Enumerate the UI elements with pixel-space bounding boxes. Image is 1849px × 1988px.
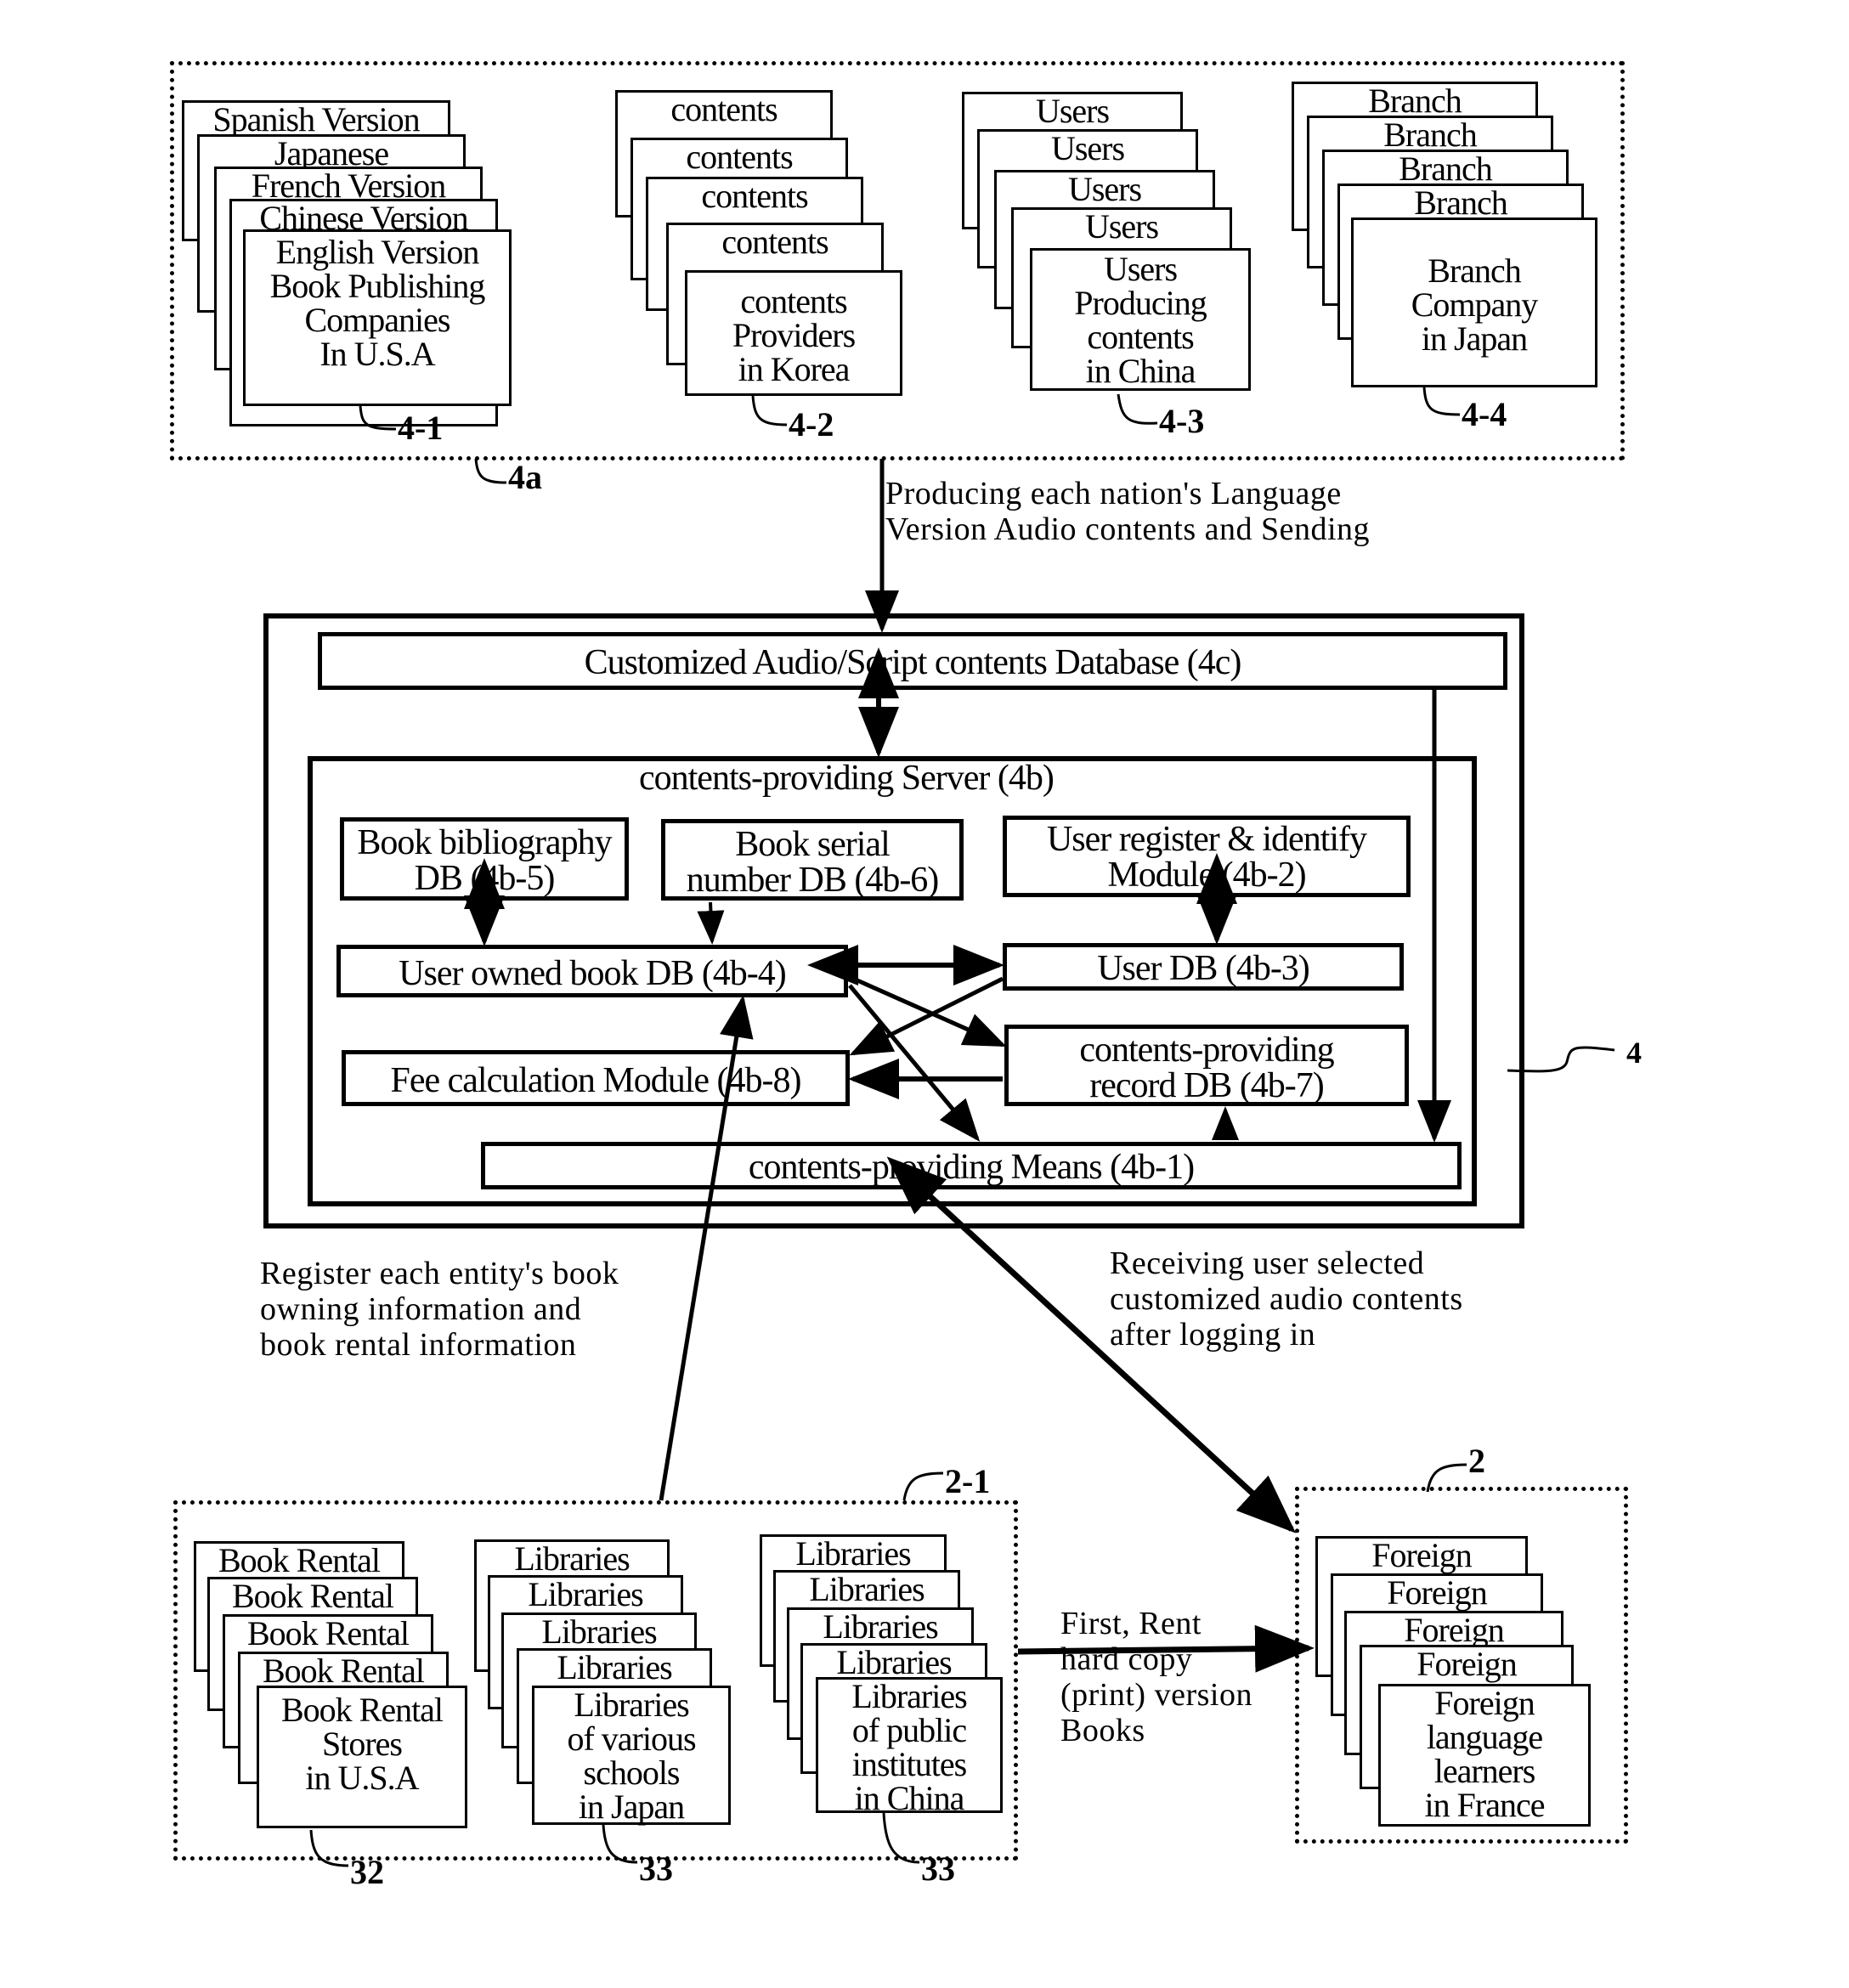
leader-4a xyxy=(474,458,507,484)
card-english-version-publishers[interactable]: English Version Book Publishing Companie… xyxy=(243,229,512,406)
user-db[interactable]: User DB (4b-3) xyxy=(1003,943,1404,991)
book-serial-number-db[interactable]: Book serial number DB (4b-6) xyxy=(661,819,964,901)
user-owned-book-db[interactable]: User owned book DB (4b-4) xyxy=(336,945,848,997)
card-users-producing-contents-china[interactable]: Users Producing contents in China xyxy=(1030,248,1251,391)
ref-label-4-2: 4-2 xyxy=(789,405,834,443)
card-book-rental-stores-usa[interactable]: Book Rental Stores in U.S.A xyxy=(257,1686,467,1828)
ref-label-4-3: 4-3 xyxy=(1159,402,1205,440)
card-contents-providers-korea[interactable]: contents Providers in Korea xyxy=(685,270,902,396)
card-libraries-schools-japan[interactable]: Libraries of various schools in Japan xyxy=(532,1686,731,1825)
customized-audio-script-database[interactable]: Customized Audio/Script contents Databas… xyxy=(318,632,1507,690)
ref-label-4: 4 xyxy=(1626,1036,1642,1070)
ref-label-32: 32 xyxy=(350,1853,384,1891)
book-bibliography-db[interactable]: Book bibliography DB (4b-5) xyxy=(340,817,629,901)
user-register-identify-module[interactable]: User register & identify Module (4b-2) xyxy=(1003,816,1411,897)
fee-calculation-module[interactable]: Fee calculation Module (4b-8) xyxy=(342,1050,850,1106)
card-libraries-public-institutes-china[interactable]: Libraries of public institutes in China xyxy=(816,1677,1003,1816)
ref-label-33-japan: 33 xyxy=(639,1850,673,1888)
server-title: contents-providing Server (4b) xyxy=(639,759,1055,798)
receiving-contents-label: Receiving user selected customized audio… xyxy=(1110,1245,1463,1353)
card-branch-company-japan[interactable]: Branch Company in Japan xyxy=(1351,217,1597,387)
card-foreign-language-learners-france[interactable]: Foreign language learners in France xyxy=(1378,1684,1591,1827)
leader-2-1 xyxy=(902,1471,944,1501)
contents-providing-means[interactable]: contents-providing Means (4b-1) xyxy=(481,1142,1462,1189)
register-information-label: Register each entity's book owning infor… xyxy=(260,1256,619,1363)
ref-label-2: 2 xyxy=(1468,1442,1485,1480)
rent-books-label: First, Rent hard copy (print) version Bo… xyxy=(1060,1606,1252,1748)
ref-label-4-4: 4-4 xyxy=(1462,395,1507,433)
producing-sending-label: Producing each nation's Language Version… xyxy=(885,476,1371,547)
ref-label-4-1: 4-1 xyxy=(398,409,444,447)
ref-label-4a: 4a xyxy=(508,458,542,496)
contents-providing-record-db[interactable]: contents-providing record DB (4b-7) xyxy=(1004,1025,1409,1106)
ref-label-2-1: 2-1 xyxy=(945,1462,991,1500)
ref-label-33-china: 33 xyxy=(921,1850,955,1888)
